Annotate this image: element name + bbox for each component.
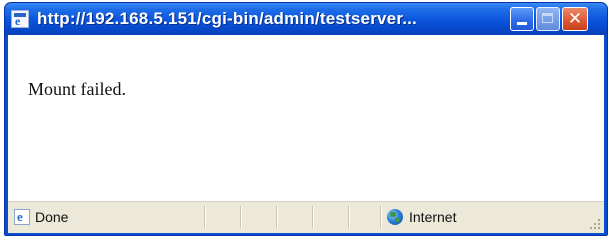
title-bar[interactable]: e http://192.168.5.151/cgi-bin/admin/tes… [5,3,607,35]
status-divider [312,206,314,228]
globe-icon [387,209,403,225]
resize-grip[interactable] [590,219,602,231]
maximize-icon [542,13,553,23]
status-divider [204,206,206,228]
status-text: Done [35,209,69,225]
ie-page-icon: e [14,209,30,225]
close-icon: ✕ [567,9,583,29]
status-divider [380,206,382,228]
security-zone-label: Internet [409,209,457,225]
page-content: Mount failed. [8,35,604,201]
window-title: http://192.168.5.151/cgi-bin/admin/tests… [37,9,417,28]
error-message: Mount failed. [28,79,126,99]
minimize-icon [517,22,527,25]
status-bar: e Done Internet [8,201,604,233]
browser-popup-window: e http://192.168.5.151/cgi-bin/admin/tes… [4,2,608,236]
status-divider [348,206,350,228]
maximize-button[interactable] [536,7,560,31]
status-divider [240,206,242,228]
ie-page-icon: e [11,10,29,28]
minimize-button[interactable] [510,7,534,31]
close-button[interactable]: ✕ [562,7,588,31]
status-divider [276,206,278,228]
